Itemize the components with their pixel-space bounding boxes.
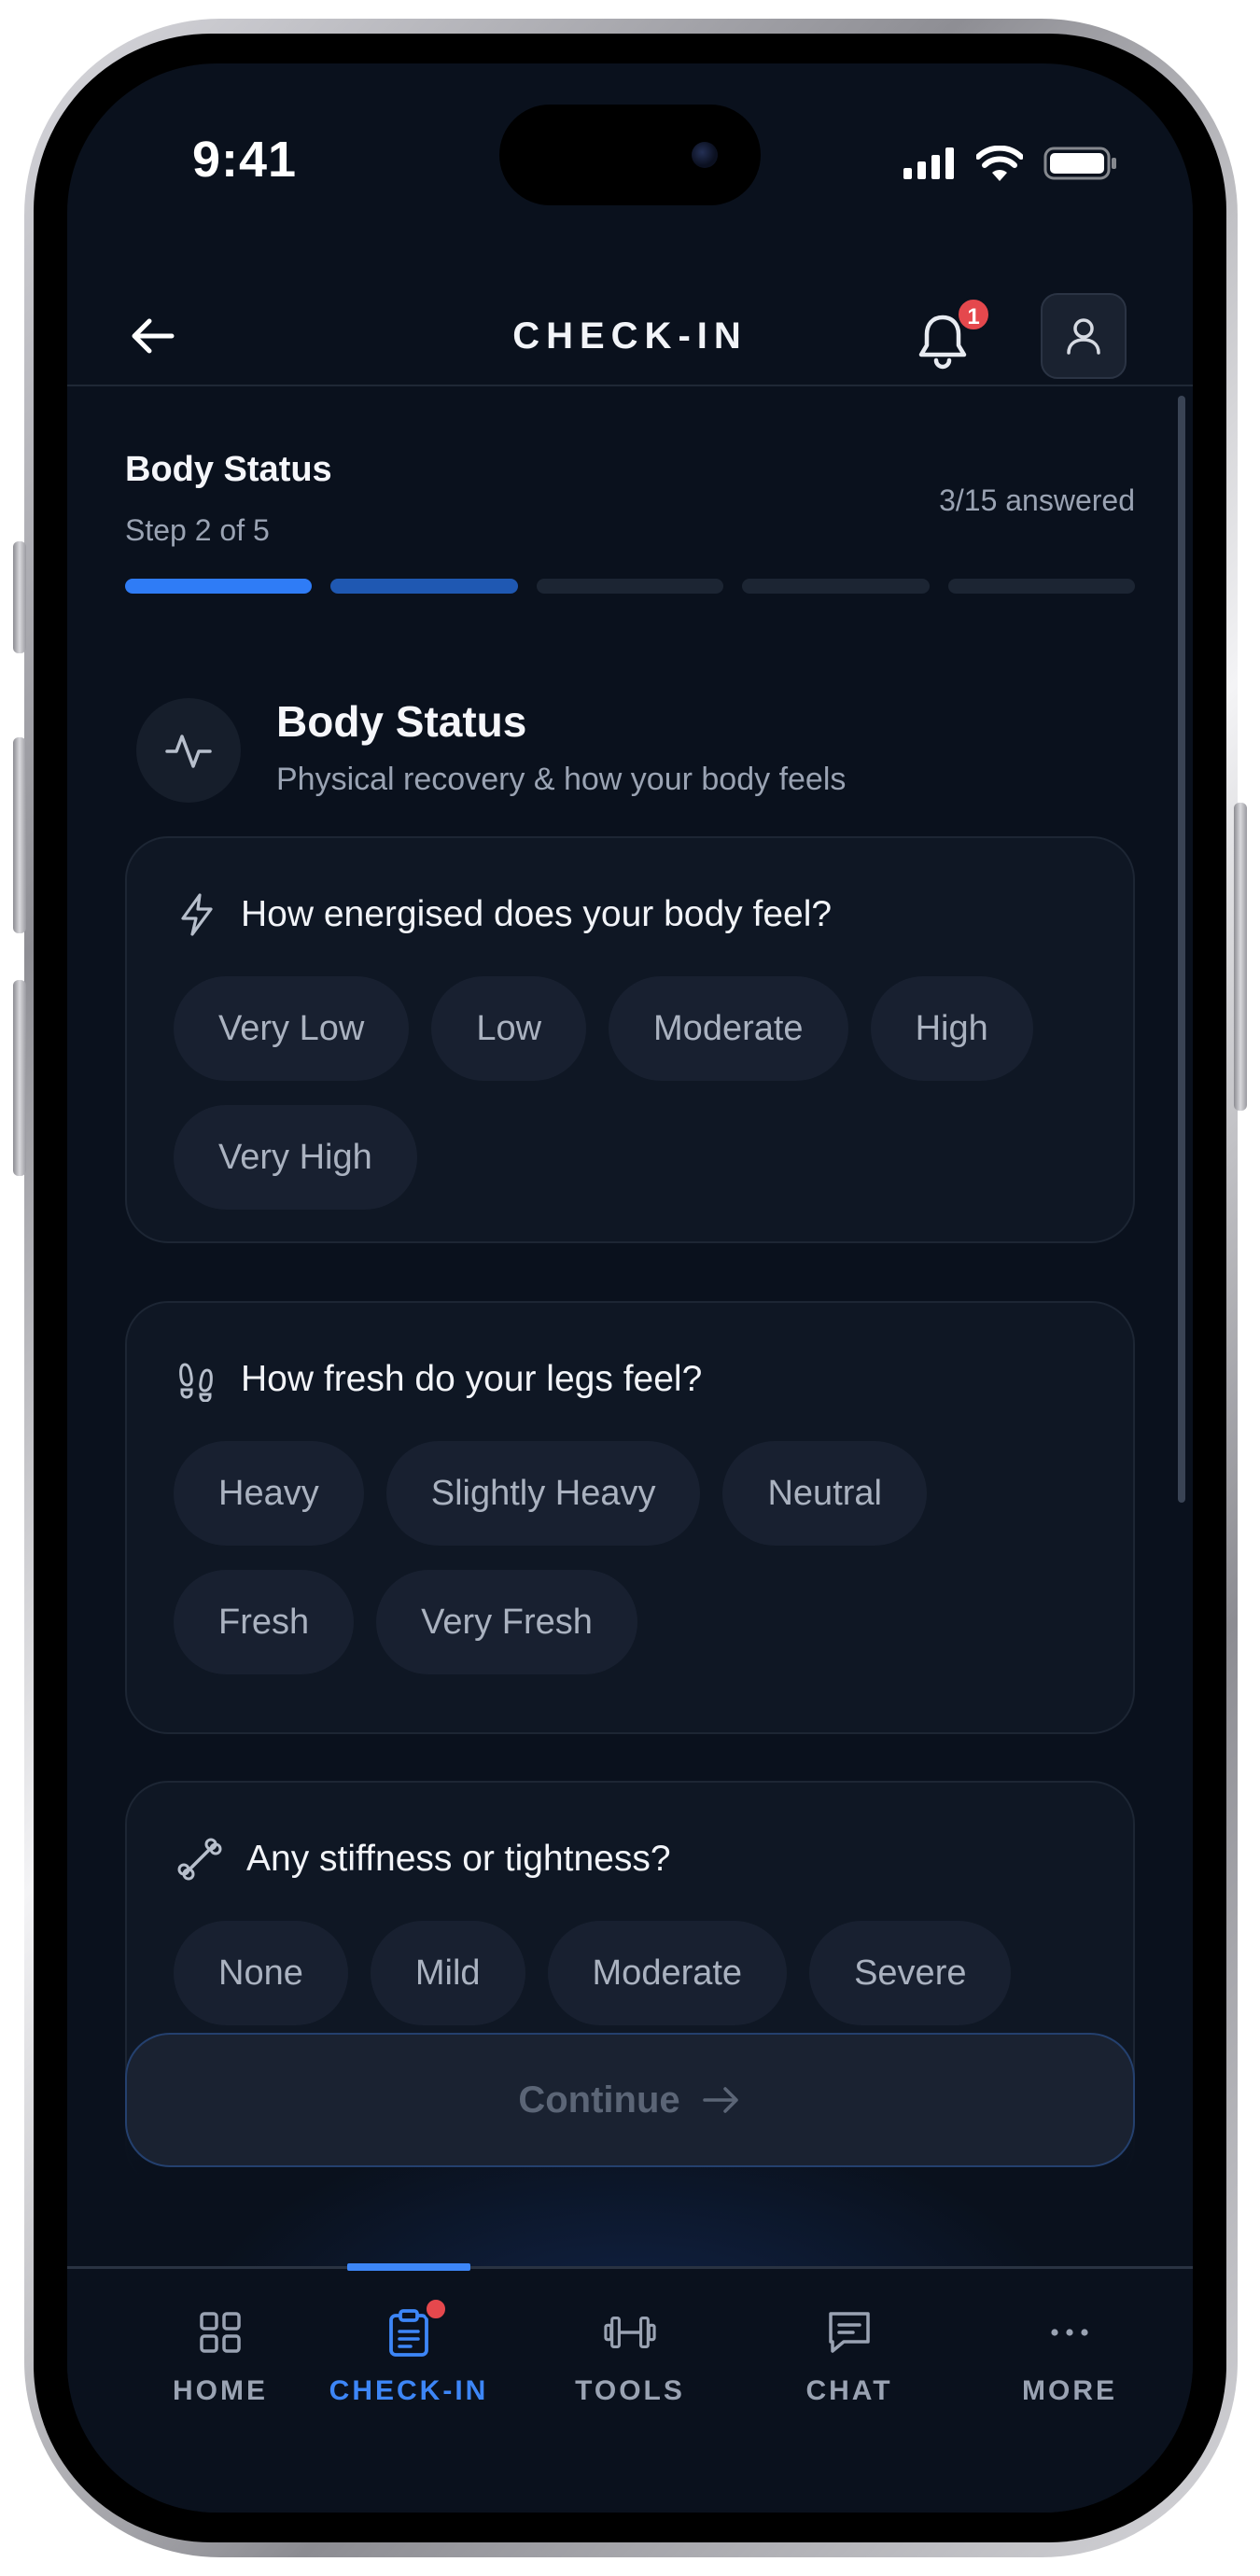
option-chip[interactable]: Moderate [547,1921,788,2025]
section-title: Body Status [276,697,527,746]
answered-count: 3/15 answered [939,483,1135,517]
option-chips: Heavy Slightly Heavy Neutral Fresh Very … [174,1441,1086,1674]
option-chip[interactable]: Mild [370,1921,525,2025]
chat-icon [823,2306,875,2359]
notification-badge: 1 [956,297,991,332]
wifi-icon [976,146,1023,181]
dynamic-island [499,105,761,205]
progress-segment-1 [125,579,313,594]
tab-label: CHECK-IN [329,2375,489,2406]
volume-down-button [13,980,26,1176]
option-chip[interactable]: High [870,976,1033,1081]
camera-icon [692,142,718,168]
scrollbar[interactable] [1178,396,1185,1503]
continue-button[interactable]: Continue [125,2033,1135,2167]
volume-up-button [13,737,26,933]
action-button [13,541,26,653]
battery-icon [1043,147,1116,180]
tab-chat[interactable]: CHAT [739,2269,959,2456]
activity-icon [165,735,212,768]
tab-tools[interactable]: TOOLS [520,2269,740,2456]
progress-segment-4 [742,579,930,594]
continue-label: Continue [518,2079,680,2121]
signal-icon [903,147,954,179]
page-title: CHECK-IN [512,315,748,357]
power-button [1234,803,1247,1111]
option-chip[interactable]: Very Low [174,976,410,1081]
progress-step: Step 2 of 5 [125,513,270,547]
question-text: How energised does your body feel? [241,894,833,934]
question-header: Any stiffness or tightness? [177,1837,671,1882]
tab-label: CHAT [805,2375,893,2406]
tab-label: HOME [173,2375,268,2406]
footprints-icon [179,1363,213,1402]
tab-label: MORE [1022,2375,1117,2406]
option-chip[interactable]: Moderate [609,976,848,1081]
question-text: How fresh do your legs feel? [241,1359,703,1399]
section-subtitle: Physical recovery & how your body feels [276,762,847,797]
tab-label: TOOLS [575,2375,685,2406]
option-chip[interactable]: Heavy [174,1441,364,1546]
bottom-tab-bar: HOME CHECK-IN TOOLS CHAT MORE [67,2263,1193,2513]
status-time: 9:41 [192,132,298,188]
option-chip[interactable]: Severe [809,1921,1012,2025]
dumbbell-icon [604,2306,656,2359]
question-text: Any stiffness or tightness? [246,1839,671,1879]
progress-segment-3 [536,579,724,594]
clipboard-icon [383,2297,448,2359]
option-chip[interactable]: Fresh [174,1570,355,1674]
grid-icon [194,2306,246,2359]
profile-button[interactable] [1041,293,1127,379]
question-header: How energised does your body feel? [177,892,832,937]
top-nav: CHECK-IN 1 [67,287,1193,386]
check-in-alert-dot [424,2297,448,2321]
arrow-right-icon [702,2087,738,2113]
user-icon [1067,318,1100,355]
tab-check-in[interactable]: CHECK-IN [299,2269,519,2456]
question-card: How energised does your body feel? Very … [125,836,1135,1243]
progress-segment-2 [330,579,518,594]
option-chip[interactable]: Very High [174,1105,417,1210]
question-card: How fresh do your legs feel? Heavy Sligh… [125,1301,1135,1734]
app-screen: 9:41 CHECK-IN 1 Body Status Step 2 of 5 … [67,63,1193,2513]
question-header: How fresh do your legs feel? [177,1357,702,1402]
tab-home[interactable]: HOME [110,2269,330,2456]
bone-icon [177,1838,222,1881]
option-chip[interactable]: Very Fresh [376,1570,637,1674]
option-chips: None Mild Moderate Severe [174,1921,1086,2025]
progress-title: Body Status [125,450,332,489]
progress-segment-5 [947,579,1136,594]
option-chips: Very Low Low Moderate High Very High [174,976,1086,1210]
status-icons [903,146,1118,181]
tab-more[interactable]: MORE [959,2269,1180,2456]
status-bar: 9:41 [67,63,1193,250]
option-chip[interactable]: Low [431,976,587,1081]
option-chip[interactable]: Neutral [722,1441,927,1546]
option-chip[interactable]: Slightly Heavy [385,1441,701,1546]
more-icon [1043,2306,1096,2359]
step-progress-bar [125,579,1136,594]
lightning-icon [181,893,213,936]
option-chip[interactable]: None [174,1921,348,2025]
header-divider [67,385,1193,386]
section-icon-circle [136,698,241,803]
